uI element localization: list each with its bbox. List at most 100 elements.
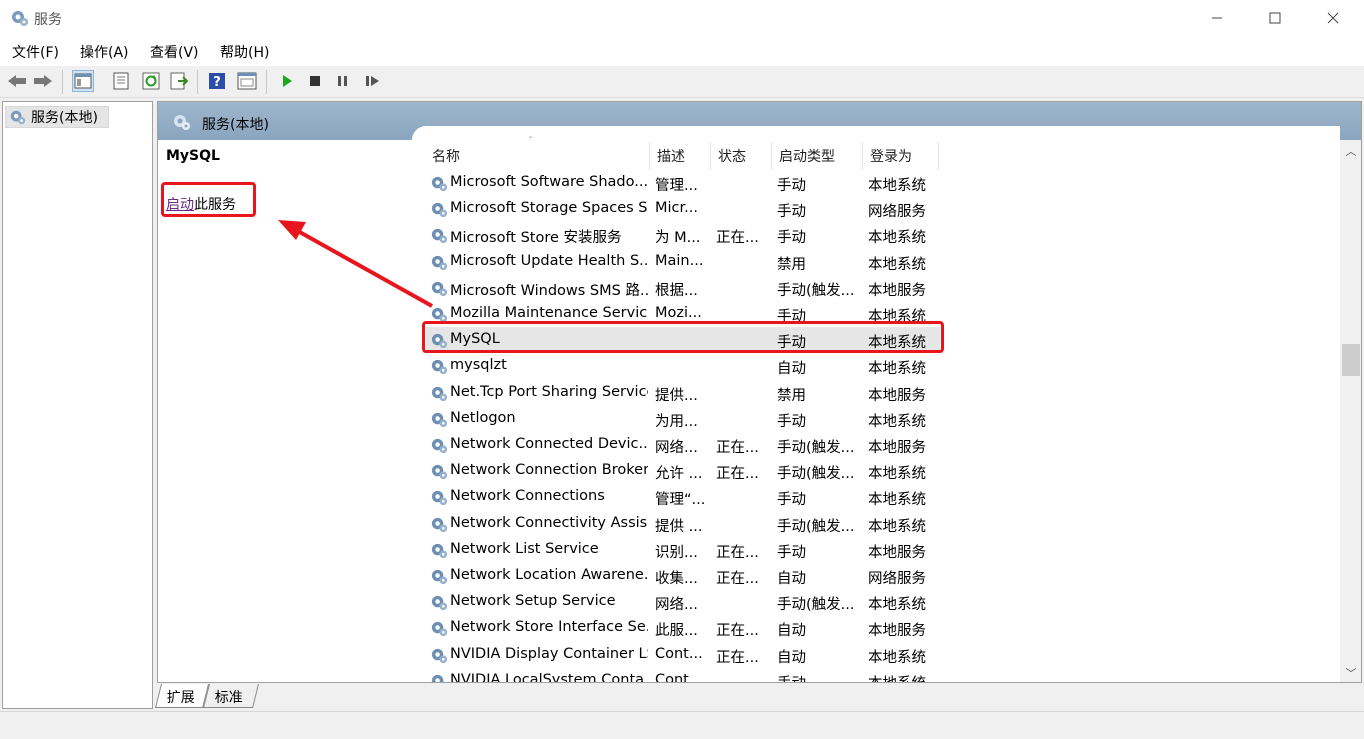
service-row[interactable]: NVIDIA Display Container LS Cont... 正在... 自… [426,642,940,668]
service-description: 网络... [655,440,698,456]
column-header-logon-as[interactable]: 登录为 [870,146,912,166]
service-description: Mozi... [655,305,702,321]
back-button[interactable] [6,70,28,92]
service-gear-icon [431,203,448,218]
column-divider[interactable] [710,142,711,170]
service-row[interactable]: Network Connections 管理“... 手动 本地系统 [426,484,940,510]
view-button[interactable] [236,70,258,92]
service-description: 提供 ... [655,518,703,535]
menu-view[interactable]: 查看(V) [150,42,199,62]
service-row[interactable]: Network Connectivity Assis... 提供 ... 手动(触发… [426,511,940,537]
column-header-status[interactable]: 状态 [718,146,746,166]
tab-standard[interactable]: 标准 [203,684,259,708]
service-name: Mozilla Maintenance Service [450,305,648,321]
service-logon-as: 本地系统 [868,649,926,666]
service-gear-icon [431,176,448,192]
service-row[interactable]: Netlogon 为用... 手动 本地系统 [426,406,940,432]
pause-service-button[interactable] [332,70,354,92]
service-name: Microsoft Software Shado... [450,174,648,190]
column-header-name[interactable]: 名称 [432,146,460,166]
service-logon-as: 网络服务 [868,571,926,587]
menu-action[interactable]: 操作(A) [80,42,129,62]
service-row[interactable]: Microsoft Update Health S... Main... 禁用 本地系… [426,249,940,275]
services-list: ˆ 名称 描述 状态 启动类型 登录为 Microsoft Software S… [412,126,1340,683]
service-row[interactable]: Network Store Interface Se... 此服... 正在... 自… [426,615,940,641]
service-startup-type: 自动 [777,571,806,587]
service-row[interactable]: Microsoft Software Shado... 管理... 手动 本地系统 [426,170,940,196]
menu-help[interactable]: 帮助(H) [220,42,269,62]
service-startup-type: 手动(触发... [777,518,855,535]
maximize-button[interactable] [1246,0,1304,36]
close-button[interactable] [1304,0,1362,36]
service-gear-icon [431,622,448,637]
service-name: Network Connectivity Assis... [450,514,648,531]
service-row[interactable]: Network Location Awarene... 收集... 正在... 自动 网… [426,563,940,589]
column-divider[interactable] [938,142,939,170]
service-startup-type: 手动(触发... [777,282,855,299]
vertical-scrollbar[interactable]: ︿ ﹀ [1340,140,1361,682]
menu-file[interactable]: 文件(F) [12,42,59,62]
help-button[interactable]: ? [206,70,228,92]
column-header-startup-type[interactable]: 启动类型 [779,146,835,166]
status-bar [0,711,1364,739]
service-startup-type: 自动 [777,361,806,378]
column-divider[interactable] [649,142,650,170]
service-row[interactable]: Network List Service 识别... 正在... 手动 本地服务 [426,537,940,563]
tab-extended-label: 扩展 [166,690,195,706]
view-icon [237,72,257,90]
window-title: 服务 [34,12,62,28]
service-gear-icon [431,360,448,375]
service-row[interactable]: Net.Tcp Port Sharing Service 提供... 禁用 本地服务 [426,380,940,406]
service-logon-as: 本地系统 [868,672,948,682]
service-description: Cont... [655,671,703,683]
scroll-down-arrow-icon[interactable]: ﹀ [1340,664,1361,682]
service-row[interactable]: Network Connected Devic... 网络... 正在... 手动(触… [426,432,940,458]
service-gear-icon [431,465,448,480]
service-description: 管理“... [655,492,706,509]
start-service-button[interactable] [276,70,298,92]
service-startup-type: 手动 [777,178,806,194]
forward-icon [34,75,52,87]
console-tree-button[interactable] [72,70,94,92]
service-row[interactable]: Network Connection Broker 允许 ... 正在... 手动(触… [426,458,940,484]
service-gear-icon [431,491,448,506]
services-gear-icon [174,115,190,130]
properties-button[interactable] [110,70,132,92]
scroll-up-arrow-icon[interactable]: ︿ [1340,142,1361,160]
service-name: NVIDIA LocalSystem Conta... [450,671,648,683]
service-row[interactable]: Microsoft Store 安装服务 为 M... 正在... 手动 本地系统 [426,222,940,248]
service-gear-icon [431,569,448,585]
service-row[interactable]: Microsoft Storage Spaces S... Micr... 手动 网络… [426,196,940,222]
service-name: Network Setup Service [450,593,616,610]
service-description: 为 M... [655,230,701,247]
service-row[interactable]: Network Setup Service 网络... 手动(触发... 本地系统 [426,589,940,615]
service-logon-as: 本地系统 [868,518,926,535]
service-logon-as: 本地系统 [868,361,926,378]
refresh-button[interactable] [140,70,162,92]
service-status: 正在... [716,440,759,456]
service-detail-panel: MySQL 启动此服务 [158,140,410,682]
service-name: Microsoft Storage Spaces S... [450,200,648,217]
restart-service-button[interactable] [362,70,384,92]
scrollbar-thumb[interactable] [1342,344,1360,376]
tab-extended[interactable]: 扩展 [155,684,209,708]
refresh-icon [142,72,160,90]
service-row[interactable]: mysqlzt 自动 本地系统 [426,353,940,379]
column-divider[interactable] [771,142,772,170]
service-name: Network Connected Devic... [450,436,648,452]
tree-item-services-local[interactable]: 服务(本地) [5,106,109,128]
service-startup-type: 手动(触发... [777,466,855,483]
stop-service-button[interactable] [304,70,326,92]
help-icon: ? [209,73,225,90]
forward-button[interactable] [32,70,54,92]
export-button[interactable] [168,70,190,92]
service-logon-as: 本地服务 [868,387,926,404]
toolbar-separator [197,70,198,94]
column-divider[interactable] [862,142,863,170]
service-row[interactable]: NVIDIA LocalSystem Conta...Cont...手动本地系统 [426,668,940,683]
column-header-description[interactable]: 描述 [657,146,685,166]
svg-text:?: ? [213,75,221,90]
minimize-button[interactable] [1188,0,1246,36]
service-row[interactable]: Microsoft Windows SMS 路... 根据... 手动(触发... 本… [426,275,940,301]
service-startup-type: 手动 [777,492,806,509]
